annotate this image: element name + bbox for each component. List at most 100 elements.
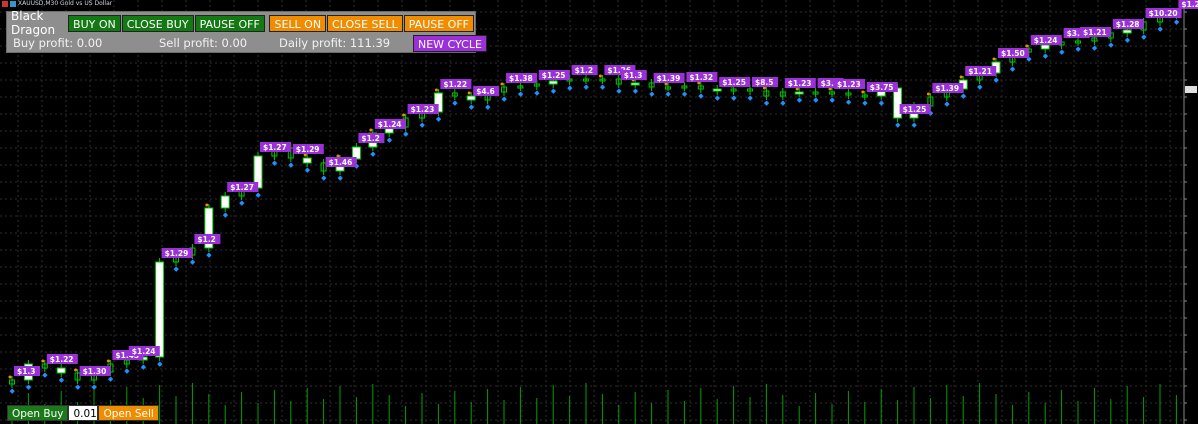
candle-body [220, 195, 230, 209]
profit-tag-label: $1.21 [968, 67, 992, 76]
buy-arrow: ◆ [239, 199, 245, 207]
candle-body [56, 367, 66, 374]
buy-arrow: ◆ [518, 90, 524, 98]
panel-title: Black Dragon [11, 9, 56, 37]
buy-arrow: ◆ [600, 83, 606, 91]
profit-tag-label: $1.32 [689, 73, 713, 82]
candle-body [548, 80, 558, 85]
buy-arrow: ◆ [1076, 45, 1082, 53]
profit-tag-label: $1.25 [722, 78, 746, 87]
buy-arrow: ◆ [223, 211, 229, 219]
buy-arrow: ◆ [748, 94, 754, 102]
buy-arrow: ◆ [1174, 18, 1180, 26]
buy-arrow: ◆ [206, 251, 212, 259]
profit-tag-label: $1.30 [83, 367, 107, 376]
close-sell-button[interactable]: CLOSE SELL [327, 14, 403, 32]
buy-arrow: ◆ [698, 92, 704, 100]
candle-body [302, 157, 312, 164]
buy-arrow: ◆ [272, 159, 278, 167]
buy-arrow: ◆ [305, 166, 311, 174]
buy-arrow: ◆ [994, 76, 1000, 84]
buy-arrow: ◆ [1141, 33, 1147, 41]
sell-marker [74, 368, 78, 372]
current-price-marker [1185, 86, 1197, 93]
buy-arrow: ◆ [764, 99, 770, 107]
profit-tag-label: $1.46 [329, 158, 353, 167]
profit-tag-label: $4.6 [476, 87, 495, 96]
buy-arrow: ◆ [469, 103, 475, 111]
buy-arrow: ◆ [912, 121, 918, 129]
chart-grid [0, 0, 1185, 424]
buy-arrow: ◆ [256, 191, 262, 199]
lot-size-input[interactable]: 0.01 [68, 405, 99, 421]
sell-marker [434, 88, 438, 92]
buy-arrow: ◆ [830, 96, 836, 104]
candle-body [1122, 29, 1132, 34]
buy-arrow: ◆ [42, 371, 48, 379]
profit-tag-label: $8.5 [755, 78, 774, 87]
buy-arrow: ◆ [75, 383, 81, 391]
sell-marker [926, 92, 930, 96]
candle-body [155, 261, 165, 358]
pause-sell-button[interactable]: PAUSE OFF [403, 14, 474, 32]
buy-arrow: ◆ [10, 387, 16, 395]
profit-tag-label: $1.25 [903, 105, 927, 114]
profit-tag-label: $1.27 [263, 143, 287, 152]
close-buy-button[interactable]: CLOSE BUY [121, 14, 194, 32]
sell-marker [205, 203, 209, 207]
profit-tag-label: $1.25 [542, 71, 566, 80]
buy-arrow: ◆ [813, 96, 819, 104]
buy-arrow: ◆ [502, 95, 508, 103]
buy-arrow: ◆ [1059, 48, 1065, 56]
daily-profit-label: Daily profit: 111.39 [279, 36, 391, 50]
sell-marker [500, 82, 504, 86]
sell-marker [1025, 44, 1029, 48]
buy-arrow: ◆ [436, 115, 442, 123]
sell-marker [467, 91, 471, 95]
buy-on-button[interactable]: BUY ON [68, 14, 121, 32]
buy-arrow: ◆ [141, 363, 147, 371]
profit-tag-label: $1.2 [1181, 0, 1198, 9]
buy-arrow: ◆ [567, 84, 573, 92]
buy-arrow: ◆ [584, 83, 590, 91]
sell-marker [369, 128, 373, 132]
buy-arrow: ◆ [633, 87, 639, 95]
buy-arrow: ◆ [387, 136, 393, 144]
buy-arrow: ◆ [26, 383, 32, 391]
sell-on-button[interactable]: SELL ON [269, 14, 327, 32]
profit-tag-label: $1.23 [788, 79, 812, 88]
buy-arrow: ◆ [108, 375, 114, 383]
buy-arrow: ◆ [403, 130, 409, 138]
buy-arrow: ◆ [846, 98, 852, 106]
profit-tag-label: $1.3 [624, 71, 643, 80]
profit-tags: $1.3$1.22$1.30$1.45$1.24$1.29$1.2$1.27$1… [14, 0, 1198, 376]
app-icon [2, 1, 8, 7]
open-sell-button[interactable]: Open Sell [98, 405, 159, 421]
sell-profit-label: Sell profit: 0.00 [159, 36, 248, 50]
sell-marker [992, 57, 996, 61]
open-buy-button[interactable]: Open Buy [7, 405, 69, 421]
buy-arrow: ◆ [174, 265, 180, 273]
buy-arrow: ◆ [124, 367, 130, 375]
profit-tag-label: $1.22 [50, 355, 74, 364]
buy-arrow: ◆ [797, 96, 803, 104]
buy-arrow: ◆ [1125, 36, 1131, 44]
trade-bar: Open Buy 0.01 Open Sell [7, 405, 159, 421]
profit-tag-label: $1.2 [361, 134, 380, 143]
new-cycle-button[interactable]: NEW CYCLE [413, 34, 487, 52]
profit-tag-label: $1.29 [165, 249, 189, 258]
profit-tag-label: $1.39 [935, 84, 959, 93]
buy-arrow: ◆ [420, 121, 426, 129]
buy-arrow: ◆ [731, 94, 737, 102]
buy-arrow: ◆ [534, 89, 540, 97]
buy-profit-label: Buy profit: 0.00 [13, 36, 103, 50]
price-chart[interactable]: ◆ ◆ ◆ ◆ ◆ ◆ ◆ ◆ ◆ ◆ ◆ ◆ ◆ ◆ ◆ ◆ ◆ ◆ ◆ ◆ ◆ ◆ ◆ ◆ ◆ ◆ ◆ ◆ ◆ ◆ ◆ ◆ ◆ ◆ ◆ ◆ ◆ ◆ ◆ ◆… [0, 0, 1198, 424]
profit-tag-label: $1.39 [657, 74, 681, 83]
buy-arrow: ◆ [977, 83, 983, 91]
profit-tag-label: $1.38 [509, 74, 533, 83]
pause-buy-button[interactable]: PAUSE OFF [194, 14, 265, 32]
profit-tag-label: $1.22 [443, 80, 467, 89]
sell-marker [598, 74, 602, 78]
profit-tag-label: $1.27 [230, 183, 254, 192]
window-title: XAUUSD,M30 Gold vs US Dollar [18, 0, 113, 7]
